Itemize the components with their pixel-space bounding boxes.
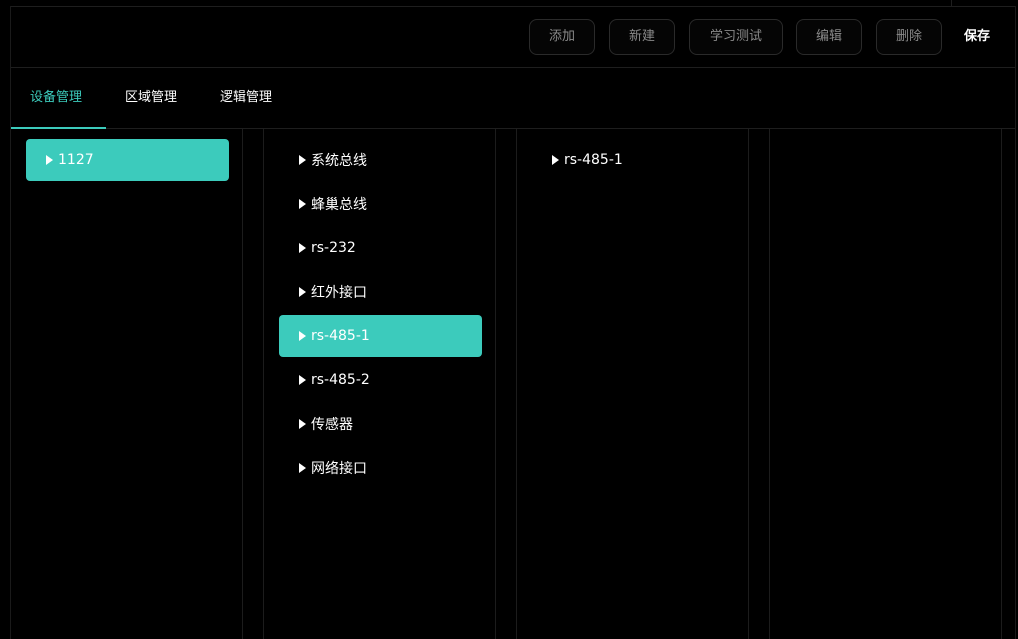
caret-right-icon	[299, 375, 306, 385]
column-divider	[1001, 129, 1002, 639]
interface-label: rs-232	[311, 240, 356, 256]
caret-right-icon	[299, 287, 306, 297]
caret-right-icon	[46, 155, 53, 165]
interface-item-selected[interactable]: rs-485-1	[279, 315, 482, 357]
column-divider	[748, 129, 749, 639]
interface-item[interactable]: 系统总线	[279, 139, 482, 181]
learn-test-button[interactable]: 学习测试	[689, 19, 783, 55]
active-tab-indicator	[11, 127, 106, 129]
caret-right-icon	[299, 155, 306, 165]
interface-label: 红外接口	[311, 285, 367, 301]
interface-label: 系统总线	[311, 153, 367, 169]
column-divider	[263, 129, 264, 639]
interface-item[interactable]: rs-485-2	[279, 359, 482, 401]
interface-label: 蜂巢总线	[311, 197, 367, 213]
frame-border-right	[1015, 6, 1016, 639]
interface-item[interactable]: 传感器	[279, 403, 482, 445]
column-divider	[242, 129, 243, 639]
interface-item[interactable]: 网络接口	[279, 447, 482, 489]
caret-right-icon	[299, 419, 306, 429]
toolbar: 添加 新建 学习测试 编辑 删除 保存	[11, 7, 1015, 68]
new-button[interactable]: 新建	[609, 19, 675, 55]
caret-right-icon	[299, 331, 306, 341]
add-button[interactable]: 添加	[529, 19, 595, 55]
column-divider	[769, 129, 770, 639]
interface-item[interactable]: rs-232	[279, 227, 482, 269]
caret-right-icon	[552, 155, 559, 165]
save-button[interactable]: 保存	[964, 19, 990, 55]
column-divider	[495, 129, 496, 639]
device-item-1127[interactable]: 1127	[26, 139, 229, 181]
top-strip-divider	[951, 0, 952, 6]
interface-label: rs-485-1	[311, 328, 370, 344]
column-divider	[516, 129, 517, 639]
top-strip	[10, 0, 1016, 7]
caret-right-icon	[299, 463, 306, 473]
tab-area-management[interactable]: 区域管理	[125, 68, 177, 128]
caret-right-icon	[299, 199, 306, 209]
tab-logic-management[interactable]: 逻辑管理	[220, 68, 272, 128]
interface-item[interactable]: 红外接口	[279, 271, 482, 313]
delete-button[interactable]: 删除	[876, 19, 942, 55]
child-label: rs-485-1	[564, 152, 623, 168]
caret-right-icon	[299, 243, 306, 253]
device-label: 1127	[58, 152, 94, 168]
tab-device-management[interactable]: 设备管理	[30, 68, 82, 128]
interface-item[interactable]: 蜂巢总线	[279, 183, 482, 225]
interface-label: 网络接口	[311, 461, 367, 477]
interface-label: 传感器	[311, 417, 353, 433]
interface-label: rs-485-2	[311, 372, 370, 388]
edit-button[interactable]: 编辑	[796, 19, 862, 55]
tab-bar: 设备管理 区域管理 逻辑管理	[11, 68, 1015, 129]
child-item[interactable]: rs-485-1	[532, 139, 735, 181]
